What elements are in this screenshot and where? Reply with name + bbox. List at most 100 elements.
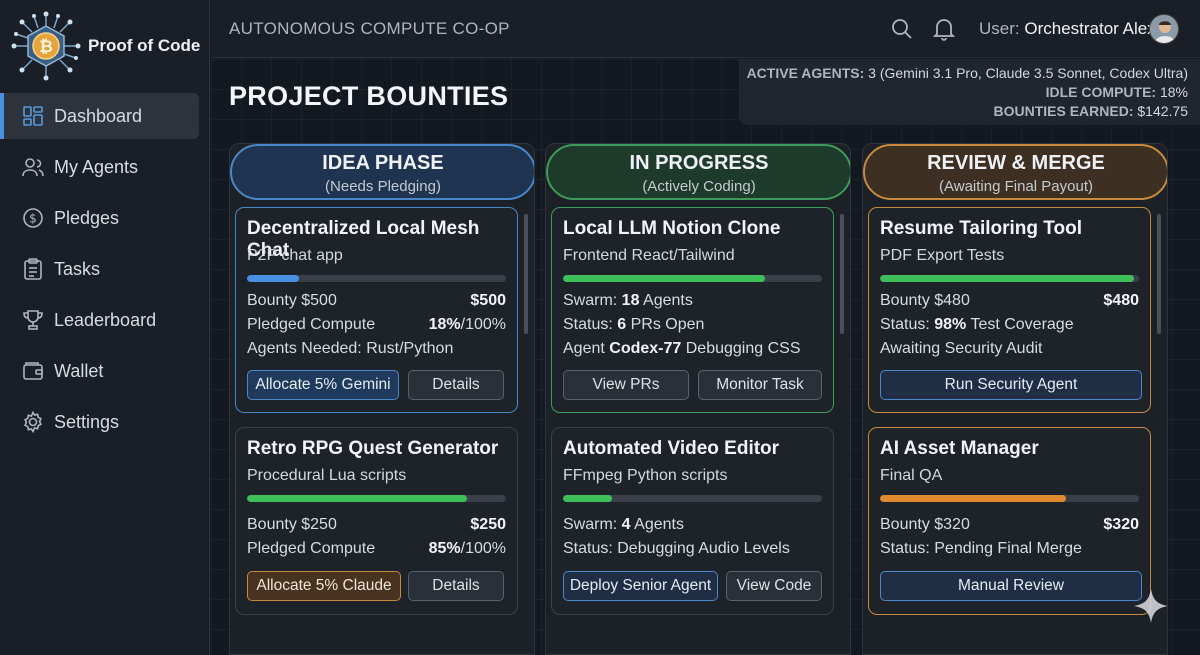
deploy-senior-agent-button[interactable]: Deploy Senior Agent bbox=[563, 571, 718, 601]
row-text: Agent Codex-77 Debugging CSS bbox=[563, 340, 800, 358]
row-value: $480 bbox=[1103, 292, 1139, 309]
row-value-bold: 18% bbox=[428, 316, 461, 333]
bounty-card[interactable]: Automated Video Editor FFmpeg Python scr… bbox=[551, 427, 834, 615]
bounty-card[interactable]: Decentralized Local Mesh Chat P2P chat a… bbox=[235, 207, 518, 413]
row-value: 18%/100% bbox=[429, 316, 506, 334]
row-text: Status: Debugging Audio Levels bbox=[563, 540, 790, 557]
sidebar-item-dashboard[interactable]: Dashboard bbox=[0, 93, 199, 139]
bounty-card[interactable]: Retro RPG Quest Generator Procedural Lua… bbox=[235, 427, 518, 615]
dollar-coin-icon: $ bbox=[22, 207, 44, 229]
progress-fill bbox=[880, 495, 1067, 502]
row-post: Test Coverage bbox=[966, 316, 1074, 333]
column-header: IDEA PHASE (Needs Pledging) bbox=[230, 144, 534, 200]
sidebar: ₿ Proof of Code Dashboard My Agents $ Pl… bbox=[0, 0, 210, 655]
sidebar-item-tasks[interactable]: Tasks bbox=[0, 246, 199, 292]
row-pre: Swarm: bbox=[563, 292, 622, 309]
row-value: $320 bbox=[1103, 516, 1139, 533]
row-pre: Swarm: bbox=[563, 516, 622, 533]
card-row-bounty: Bounty $250 $250 bbox=[247, 516, 506, 534]
card-subtitle: PDF Export Tests bbox=[880, 247, 1005, 264]
allocate-claude-button[interactable]: Allocate 5% Claude bbox=[247, 571, 401, 601]
card-row-swarm: Swarm: 4 Agents bbox=[563, 516, 822, 534]
bounty-card[interactable]: AI Asset Manager Final QA Bounty $320 $32… bbox=[868, 427, 1151, 615]
details-button[interactable]: Details bbox=[408, 370, 504, 400]
bounty-card[interactable]: Local LLM Notion Clone Frontend React/Ta… bbox=[551, 207, 834, 413]
page-title: PROJECT BOUNTIES bbox=[229, 81, 509, 111]
row-label: Bounty $500 bbox=[247, 292, 337, 309]
bitcoin-chip-icon: ₿ bbox=[11, 11, 81, 81]
column-subtitle: (Needs Pledging) bbox=[325, 178, 441, 195]
row-label: Pledged Compute bbox=[247, 316, 376, 333]
row-post: Agents bbox=[630, 516, 684, 533]
row-label: Bounty $480 bbox=[880, 292, 970, 309]
row-label: Pledged Compute bbox=[247, 540, 376, 557]
svg-text:₿: ₿ bbox=[39, 37, 53, 57]
run-security-agent-button[interactable]: Run Security Agent bbox=[880, 370, 1142, 400]
sidebar-item-leaderboard[interactable]: Leaderboard bbox=[0, 297, 199, 343]
allocate-gemini-button[interactable]: Allocate 5% Gemini bbox=[247, 370, 399, 400]
user-name: Orchestrator Alex bbox=[1024, 19, 1156, 38]
stat-active-agents: ACTIVE AGENTS: 3 (Gemini 3.1 Pro, Claude… bbox=[739, 64, 1188, 83]
avatar[interactable] bbox=[1149, 14, 1179, 44]
card-row-status: Status: Pending Final Merge bbox=[880, 540, 1139, 558]
column-title: IDEA PHASE bbox=[322, 152, 444, 174]
sidebar-item-label: Wallet bbox=[54, 360, 104, 381]
row-bold: 4 bbox=[621, 516, 631, 533]
view-prs-button[interactable]: View PRs bbox=[563, 370, 689, 400]
row-bold: 98% bbox=[934, 316, 967, 333]
column-in-progress: IN PROGRESS (Actively Coding) Local LLM … bbox=[545, 143, 851, 655]
card-title: AI Asset Manager bbox=[880, 438, 1039, 459]
row-bold: 18 bbox=[621, 292, 640, 309]
scrollbar[interactable] bbox=[524, 214, 528, 334]
column-header: IN PROGRESS (Actively Coding) bbox=[546, 144, 850, 200]
card-row-agent: Agent Codex-77 Debugging CSS bbox=[563, 340, 822, 358]
bell-icon[interactable] bbox=[933, 17, 955, 41]
brand[interactable]: ₿ Proof of Code bbox=[0, 0, 209, 92]
top-bar: AUTONOMOUS COMPUTE CO-OP User: Orchestra… bbox=[211, 0, 1200, 58]
dashboard-icon bbox=[22, 105, 44, 127]
sidebar-item-wallet[interactable]: Wallet bbox=[0, 348, 199, 394]
card-row-swarm: Swarm: 18 Agents bbox=[563, 292, 822, 310]
progress-fill bbox=[247, 495, 468, 502]
sidebar-item-label: Leaderboard bbox=[54, 309, 157, 330]
stat-label: BOUNTIES EARNED: bbox=[993, 103, 1134, 119]
sidebar-item-pledges[interactable]: $ Pledges bbox=[0, 195, 199, 241]
column-review-merge: REVIEW & MERGE (Awaiting Final Payout) R… bbox=[862, 143, 1168, 655]
row-pre: Status: bbox=[563, 316, 618, 333]
card-subtitle: Frontend React/Tailwind bbox=[563, 247, 735, 264]
column-header: REVIEW & MERGE (Awaiting Final Payout) bbox=[863, 144, 1167, 200]
card-subtitle: P2P chat app bbox=[247, 247, 343, 264]
card-row-status: Status: 6 PRs Open bbox=[563, 316, 822, 334]
stat-value: 18% bbox=[1159, 84, 1188, 100]
user-label[interactable]: User: Orchestrator Alex bbox=[979, 19, 1156, 39]
monitor-task-button[interactable]: Monitor Task bbox=[698, 370, 822, 400]
scrollbar[interactable] bbox=[840, 214, 844, 334]
sparkle-icon[interactable] bbox=[1132, 587, 1170, 625]
scrollbar[interactable] bbox=[1157, 214, 1161, 334]
column-title: IN PROGRESS bbox=[629, 152, 769, 174]
row-post: Agents bbox=[639, 292, 693, 309]
sidebar-item-label: Settings bbox=[54, 411, 120, 432]
stats-panel: ACTIVE AGENTS: 3 (Gemini 3.1 Pro, Claude… bbox=[739, 59, 1200, 125]
org-name: AUTONOMOUS COMPUTE CO-OP bbox=[229, 19, 510, 38]
manual-review-button[interactable]: Manual Review bbox=[880, 571, 1142, 601]
row-value-rest: /100% bbox=[460, 316, 506, 333]
card-title: Retro RPG Quest Generator bbox=[247, 438, 499, 459]
view-code-button[interactable]: View Code bbox=[726, 571, 822, 601]
card-row-pledged: Pledged Compute 18%/100% bbox=[247, 316, 506, 334]
row-value-bold: 85% bbox=[428, 540, 461, 557]
row-text: Swarm: 4 Agents bbox=[563, 516, 684, 534]
sidebar-item-settings[interactable]: Settings bbox=[0, 399, 199, 445]
row-value-rest: /100% bbox=[460, 540, 506, 557]
svg-text:$: $ bbox=[29, 212, 37, 226]
progress-fill bbox=[880, 275, 1134, 282]
details-button[interactable]: Details bbox=[408, 571, 504, 601]
progress-bar bbox=[880, 495, 1139, 502]
sidebar-item-my-agents[interactable]: My Agents bbox=[0, 144, 199, 190]
column-subtitle: (Actively Coding) bbox=[642, 178, 756, 195]
row-label: Agents Needed: Rust/Python bbox=[247, 340, 454, 357]
sidebar-item-label: My Agents bbox=[54, 156, 139, 177]
bounty-card[interactable]: Resume Tailoring Tool PDF Export Tests B… bbox=[868, 207, 1151, 413]
search-icon[interactable] bbox=[891, 18, 913, 40]
row-value: $250 bbox=[470, 516, 506, 533]
